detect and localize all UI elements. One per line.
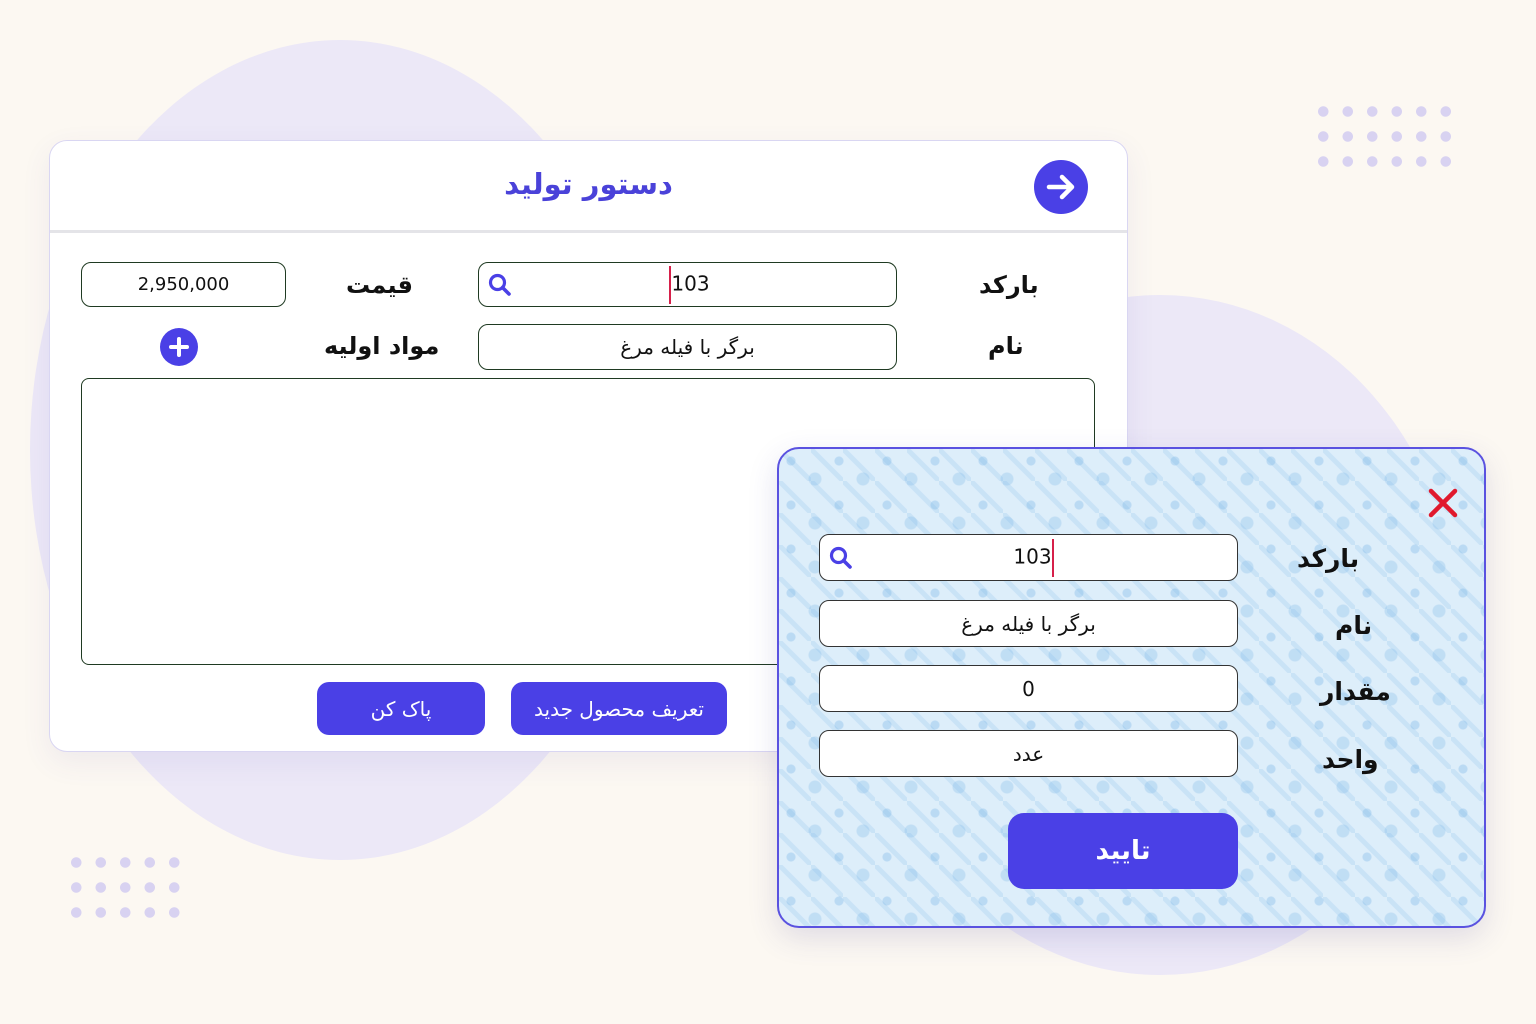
popup-name-input[interactable]: برگر با فیله مرغ [819,600,1238,647]
price-label: قیمت [346,271,414,299]
popup-barcode-input[interactable]: 103 [819,534,1238,581]
page-title: دستور تولید [504,167,673,201]
materials-label: مواد اولیه [324,332,440,360]
popup-quantity-label: مقدار [1320,677,1391,706]
barcode-label: بارکد [979,271,1039,299]
text-caret [1051,538,1054,577]
unit-value: عدد [1012,741,1045,766]
add-material-button[interactable] [160,328,198,366]
search-icon[interactable] [487,272,513,298]
name-label: نام [988,332,1024,360]
search-icon[interactable] [828,545,854,571]
close-button[interactable] [1426,486,1460,520]
add-material-dialog: بارکد 103 نام برگر با فیله مرغ مقدار 0 و… [777,447,1486,928]
popup-name-value: برگر با فیله مرغ [961,611,1096,636]
plus-icon [169,337,189,357]
arrow-right-icon [1046,174,1075,200]
barcode-value: 103 [671,271,710,295]
decorative-dots [1311,99,1458,174]
popup-name-label: نام [1335,611,1373,640]
popup-barcode-label: بارکد [1297,544,1360,573]
quantity-input[interactable]: 0 [819,665,1238,712]
price-value: 2,950,000 [137,274,230,295]
decorative-dots [64,850,187,925]
clear-button[interactable]: پاک کن [317,682,485,735]
quantity-value: 0 [1022,676,1035,701]
confirm-button[interactable]: تایید [1008,813,1238,889]
unit-select[interactable]: عدد [819,730,1238,777]
name-value: برگر با فیله مرغ [620,335,755,359]
close-icon [1428,488,1458,518]
new-product-button[interactable]: تعریف محصول جدید [511,682,727,735]
popup-barcode-value: 103 [1013,544,1052,568]
window-header: دستور تولید [50,141,1127,233]
back-button[interactable] [1034,160,1088,214]
name-input[interactable]: برگر با فیله مرغ [478,324,897,370]
popup-unit-label: واحد [1322,745,1379,774]
price-input[interactable]: 2,950,000 [81,262,286,307]
barcode-input[interactable]: 103 [478,262,897,307]
